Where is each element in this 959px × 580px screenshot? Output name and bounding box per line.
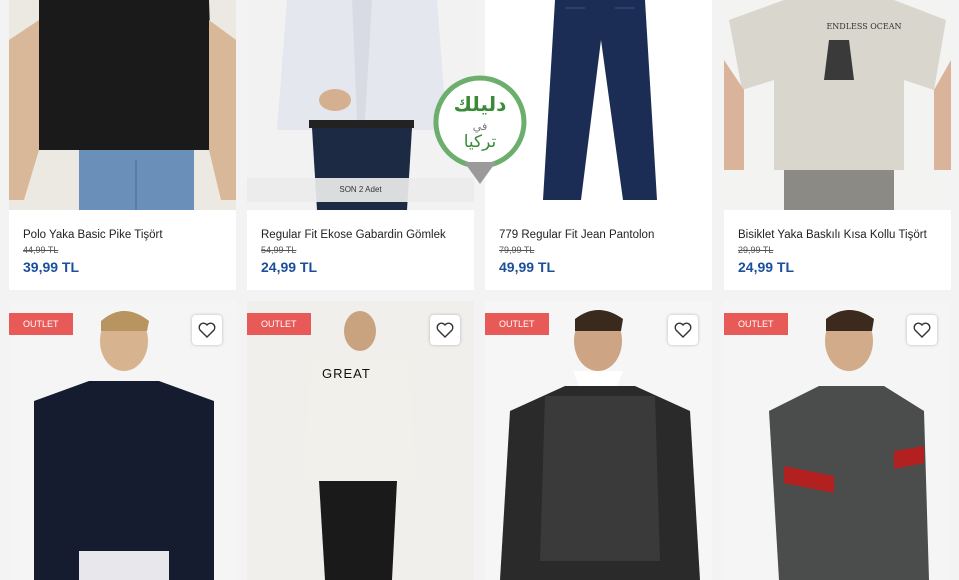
product-name[interactable]: 779 Regular Fit Jean Pantolon: [499, 229, 702, 241]
product-card[interactable]: GREAT OUTLET: [247, 301, 474, 580]
heart-icon: [198, 322, 216, 338]
product-image[interactable]: OUTLET: [724, 301, 951, 580]
outlet-badge: OUTLET: [724, 313, 788, 335]
heart-icon: [674, 322, 692, 338]
watermark-line1: دليلك: [453, 92, 507, 116]
product-image[interactable]: OUTLET: [9, 301, 236, 580]
product-name[interactable]: Bisiklet Yaka Baskılı Kısa Kollu Tişört: [738, 229, 941, 241]
product-image[interactable]: [9, 0, 236, 210]
heart-icon: [436, 322, 454, 338]
old-price: 29,99 TL: [738, 245, 774, 255]
product-image[interactable]: GREAT OUTLET: [247, 301, 474, 580]
old-price: 79,99 TL: [499, 245, 535, 255]
outlet-badge: OUTLET: [9, 313, 73, 335]
product-name[interactable]: Polo Yaka Basic Pike Tişört: [23, 229, 226, 241]
outlet-badge: OUTLET: [247, 313, 311, 335]
new-price: 39,99 TL: [23, 259, 80, 275]
product-card[interactable]: OUTLET: [724, 301, 951, 580]
watermark-line3: تركيا: [463, 132, 497, 152]
watermark-logo: دليلك في تركيا: [432, 74, 528, 186]
heart-icon: [913, 322, 931, 338]
new-price: 24,99 TL: [261, 259, 318, 275]
new-price: 49,99 TL: [499, 259, 556, 275]
product-card[interactable]: OUTLET: [485, 301, 712, 580]
product-name[interactable]: Regular Fit Ekose Gabardin Gömlek: [261, 229, 464, 241]
tshirt-print: ENDLESS OCEAN: [826, 22, 902, 31]
old-price: 44,99 TL: [23, 245, 59, 255]
outlet-badge: OUTLET: [485, 313, 549, 335]
new-price: 24,99 TL: [738, 259, 795, 275]
product-image[interactable]: OUTLET: [485, 301, 712, 580]
favorite-button[interactable]: [430, 315, 460, 345]
product-card[interactable]: ENDLESS OCEAN Bisiklet Yaka Baskılı Kısa…: [724, 0, 951, 290]
favorite-button[interactable]: [907, 315, 937, 345]
old-price: 54,99 TL: [261, 245, 297, 255]
favorite-button[interactable]: [668, 315, 698, 345]
product-card[interactable]: Polo Yaka Basic Pike Tişört 44,99 TL 39,…: [9, 0, 236, 290]
favorite-button[interactable]: [192, 315, 222, 345]
product-image[interactable]: ENDLESS OCEAN: [724, 0, 951, 210]
shirt-print: GREAT: [322, 366, 371, 381]
product-card[interactable]: OUTLET: [9, 301, 236, 580]
